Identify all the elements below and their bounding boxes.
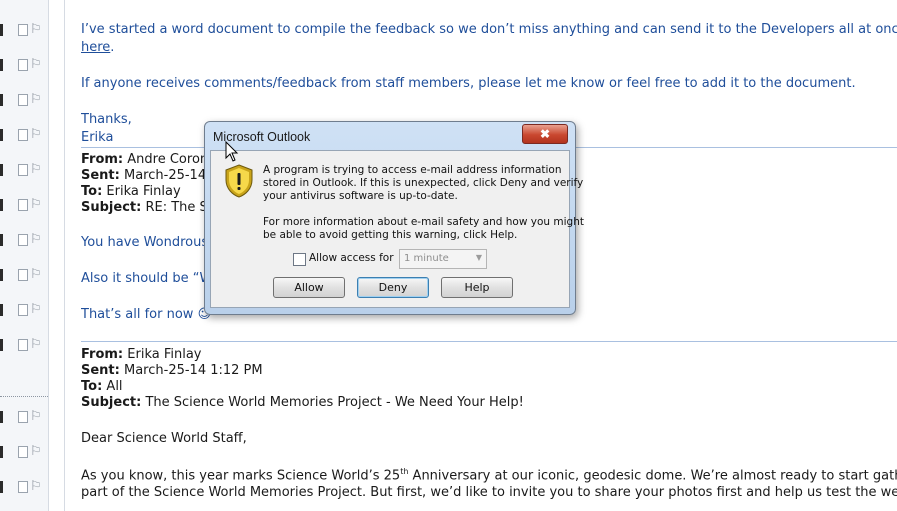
- body-paragraph: I’ve started a word document to compile …: [81, 22, 897, 37]
- category-icon[interactable]: [18, 24, 28, 36]
- flag-icon[interactable]: ⚐: [30, 478, 42, 494]
- list-item[interactable]: ⚐: [0, 195, 48, 215]
- category-icon[interactable]: [18, 339, 28, 351]
- close-button[interactable]: ✖: [522, 124, 568, 144]
- list-item[interactable]: ⚐: [0, 300, 48, 320]
- info-message-line: For more information about e-mail safety…: [263, 216, 584, 228]
- category-icon[interactable]: [18, 411, 28, 423]
- unread-marker: [0, 411, 3, 423]
- category-icon[interactable]: [18, 199, 28, 211]
- category-icon[interactable]: [18, 481, 28, 493]
- category-icon[interactable]: [18, 269, 28, 281]
- flag-icon[interactable]: ⚐: [30, 91, 42, 107]
- flag-icon[interactable]: ⚐: [30, 266, 42, 282]
- greeting: Dear Science World Staff,: [81, 431, 247, 446]
- unread-marker: [0, 234, 3, 246]
- reply-divider: [81, 341, 897, 342]
- info-message-line: be able to avoid getting this warning, c…: [263, 229, 518, 241]
- list-item[interactable]: ⚐: [0, 90, 48, 110]
- original-from: From: Erika Finlay: [81, 347, 202, 362]
- category-icon[interactable]: [18, 446, 28, 458]
- deny-button[interactable]: Deny: [357, 277, 429, 298]
- category-icon[interactable]: [18, 234, 28, 246]
- list-item[interactable]: ⚐: [0, 442, 48, 462]
- unread-marker: [0, 59, 3, 71]
- list-item[interactable]: ⚐: [0, 407, 48, 427]
- flag-icon[interactable]: ⚐: [30, 161, 42, 177]
- closing: Thanks,: [81, 112, 132, 127]
- category-icon[interactable]: [18, 129, 28, 141]
- category-icon[interactable]: [18, 304, 28, 316]
- signature: Erika: [81, 130, 114, 145]
- list-item[interactable]: ⚐: [0, 20, 48, 40]
- original-to: To: All: [81, 379, 123, 394]
- flag-icon[interactable]: ⚐: [30, 196, 42, 212]
- flag-icon[interactable]: ⚐: [30, 301, 42, 317]
- dialog-content: A program is trying to access e-mail add…: [210, 150, 584, 308]
- category-icon[interactable]: [18, 164, 28, 176]
- reply-body-line: That’s all for now ☺: [81, 307, 212, 322]
- warning-message-line: your antivirus software is up-to-date.: [263, 190, 458, 202]
- original-sent: Sent: March-25-14 1:12 PM: [81, 363, 263, 378]
- unread-marker: [0, 129, 3, 141]
- category-icon[interactable]: [18, 94, 28, 106]
- reply-sent: Sent: March-25-14 2: [81, 168, 219, 183]
- warning-message-line: A program is trying to access e-mail add…: [263, 164, 562, 176]
- help-button[interactable]: Help: [441, 277, 513, 298]
- list-item[interactable]: ⚐: [0, 125, 48, 145]
- message-list-strip: ⚐ ⚐ ⚐ ⚐ ⚐ ⚐ ⚐ ⚐ ⚐ ⚐ ⚐ ⚐ ⚐: [0, 0, 49, 511]
- flag-icon[interactable]: ⚐: [30, 126, 42, 142]
- unread-marker: [0, 339, 3, 351]
- list-item[interactable]: ⚐: [0, 335, 48, 355]
- reply-to: To: Erika Finlay: [81, 184, 181, 199]
- unread-marker: [0, 481, 3, 493]
- unread-marker: [0, 446, 3, 458]
- list-item[interactable]: ⚐: [0, 160, 48, 180]
- flag-icon[interactable]: ⚐: [30, 231, 42, 247]
- access-duration-select[interactable]: 1 minute ▼: [399, 249, 487, 269]
- body-paragraph-end: here.: [81, 40, 115, 55]
- access-duration-value: 1 minute: [404, 253, 449, 264]
- reply-body-line: You have Wondrous: [81, 235, 209, 250]
- flag-icon[interactable]: ⚐: [30, 336, 42, 352]
- list-item[interactable]: ⚐: [0, 477, 48, 497]
- unread-marker: [0, 304, 3, 316]
- warning-shield-icon: [225, 164, 253, 198]
- chevron-down-icon: ▼: [475, 253, 482, 262]
- mouse-pointer-icon: [225, 141, 239, 162]
- document-link[interactable]: here: [81, 40, 110, 55]
- body-paragraph: If anyone receives comments/feedback fro…: [81, 76, 856, 91]
- allow-access-checkbox[interactable]: [293, 253, 306, 266]
- reading-pane-border: [64, 0, 65, 511]
- list-item[interactable]: ⚐: [0, 55, 48, 75]
- flag-icon[interactable]: ⚐: [30, 408, 42, 424]
- allow-button[interactable]: Allow: [273, 277, 345, 298]
- unread-marker: [0, 269, 3, 281]
- unread-marker: [0, 199, 3, 211]
- allow-access-label: Allow access for: [309, 252, 394, 264]
- original-subject: Subject: The Science World Memories Proj…: [81, 395, 524, 410]
- warning-message-line: stored in Outlook. If this is unexpected…: [263, 177, 584, 189]
- unread-marker: [0, 164, 3, 176]
- flag-icon[interactable]: ⚐: [30, 21, 42, 37]
- reply-subject: Subject: RE: The Sci: [81, 200, 219, 215]
- reply-from: From: Andre Corona: [81, 152, 217, 167]
- list-divider: [0, 396, 48, 397]
- security-dialog: Microsoft Outlook ✖ A program is trying …: [204, 121, 584, 315]
- category-icon[interactable]: [18, 59, 28, 71]
- unread-marker: [0, 94, 3, 106]
- list-item[interactable]: ⚐: [0, 265, 48, 285]
- flag-icon[interactable]: ⚐: [30, 443, 42, 459]
- flag-icon[interactable]: ⚐: [30, 56, 42, 72]
- body-line: As you know, this year marks Science Wor…: [81, 467, 897, 484]
- list-item[interactable]: ⚐: [0, 230, 48, 250]
- body-line: part of the Science World Memories Proje…: [81, 485, 897, 500]
- reply-body-line: Also it should be “Wi: [81, 271, 216, 286]
- unread-marker: [0, 24, 3, 36]
